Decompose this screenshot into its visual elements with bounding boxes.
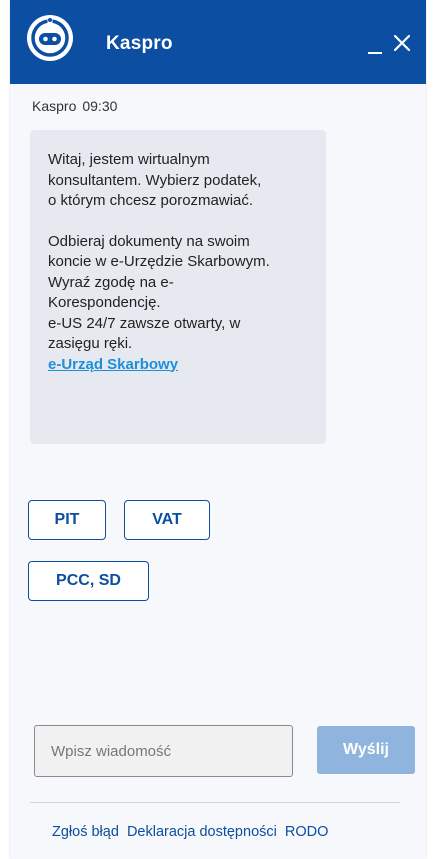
message-paragraph-greeting: Witaj, jestem wirtualnym konsultantem. W… (48, 151, 262, 209)
chat-header: Kaspro (10, 0, 426, 84)
close-button[interactable] (390, 28, 416, 58)
chat-title: Kaspro (106, 33, 173, 54)
accessibility-declaration-link[interactable]: Deklaracja dostępności (127, 824, 277, 840)
chat-widget: Kaspro Kaspro 09:30 Witaj, jestem wirtual… (10, 0, 426, 859)
kaspro-logo-icon (27, 15, 73, 61)
message-input[interactable] (34, 725, 293, 777)
close-icon (393, 34, 411, 52)
message-paragraph-info: Odbieraj dokumenty na swoim koncie w e-U… (48, 232, 270, 353)
e-urzad-link[interactable]: e-Urząd Skarbowy (48, 356, 178, 373)
footer-divider (30, 802, 400, 803)
footer-links: Zgłoś błąd Deklaracja dostępności RODO (52, 824, 332, 840)
option-pcc-sd-button[interactable]: PCC, SD (28, 561, 149, 601)
rodo-link[interactable]: RODO (285, 824, 329, 840)
message-time: 09:30 (82, 98, 118, 114)
option-vat-button[interactable]: VAT (124, 500, 210, 540)
bot-message-bubble: Witaj, jestem wirtualnym konsultantem. W… (30, 130, 326, 444)
minimize-button[interactable] (363, 28, 389, 58)
option-pit-button[interactable]: PIT (28, 500, 106, 540)
report-error-link[interactable]: Zgłoś błąd (52, 824, 119, 840)
send-button[interactable]: Wyślij (317, 726, 415, 774)
message-sender: Kaspro (32, 98, 77, 114)
message-meta: Kaspro 09:30 (32, 98, 117, 114)
